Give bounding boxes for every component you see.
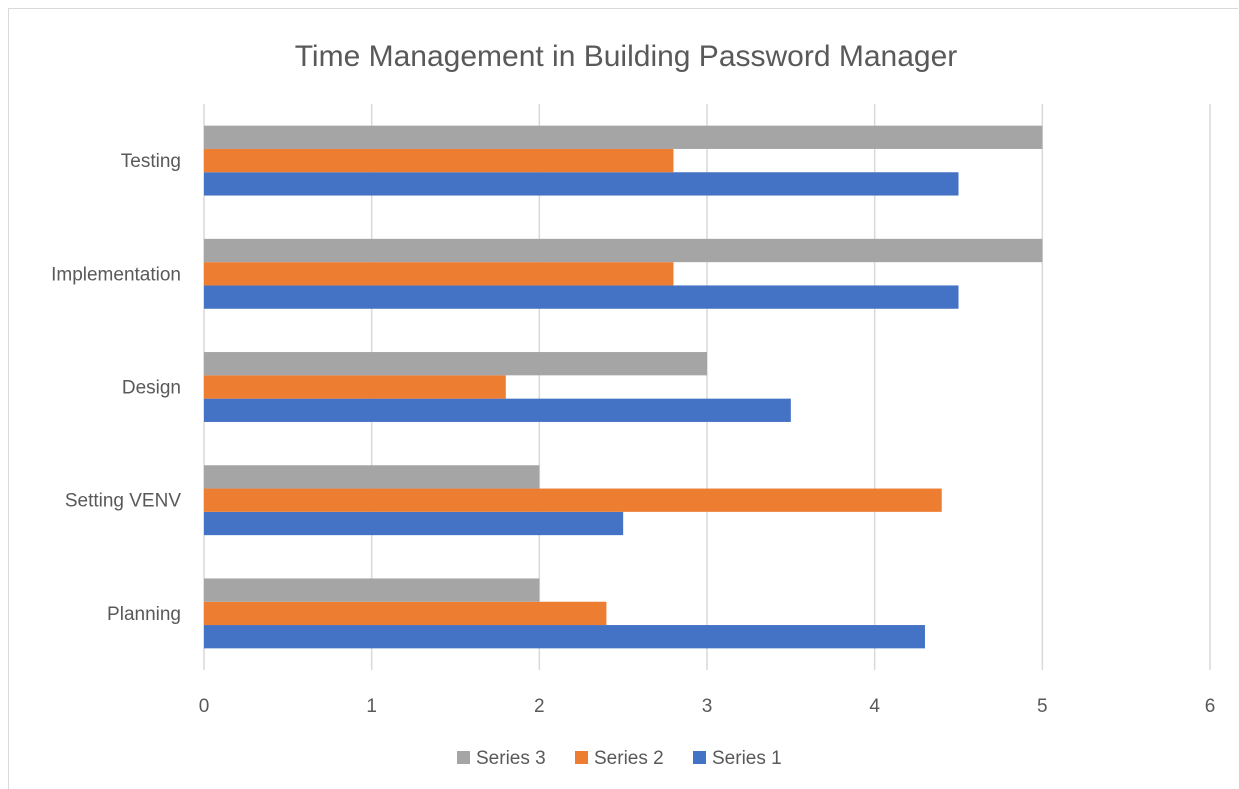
bar-series-1-setting-venv: [204, 511, 624, 536]
x-tick-label-0: 0: [199, 696, 210, 717]
bar-series-3-testing: [204, 125, 1043, 149]
bar-series-3-planning: [204, 578, 540, 602]
x-axis-ticks: 0 1 2 3 4 5 6: [199, 696, 1216, 717]
x-tick-label-3: 3: [702, 696, 713, 717]
bar-series-2-testing: [204, 148, 674, 173]
legend-swatch-series-3: [457, 751, 470, 764]
legend-label-series-3: Series 3: [476, 748, 546, 769]
chart-title: Time Management in Building Password Man…: [295, 40, 958, 73]
bars: [204, 125, 1043, 649]
legend-swatch-series-2: [575, 751, 588, 764]
category-label-design: Design: [122, 378, 181, 399]
bar-series-2-implementation: [204, 262, 674, 286]
x-tick-label-1: 1: [366, 696, 377, 717]
y-axis-categories: Planning Setting VENV Design Implementation…: [51, 151, 181, 625]
x-tick-label-4: 4: [869, 696, 880, 717]
bar-series-1-planning: [204, 625, 925, 649]
category-label-setting-venv: Setting VENV: [65, 491, 181, 512]
bar-series-3-design: [204, 352, 707, 376]
category-label-testing: Testing: [121, 151, 181, 172]
bar-series-2-planning: [204, 601, 607, 626]
bar-series-3-setting-venv: [204, 465, 540, 489]
bar-series-1-implementation: [204, 285, 959, 309]
bar-series-2-setting-venv: [204, 488, 942, 512]
category-label-implementation: Implementation: [51, 264, 181, 285]
legend-swatch-series-1: [693, 751, 706, 764]
legend-label-series-1: Series 1: [712, 748, 782, 769]
legend: Series 3 Series 2 Series 1: [457, 748, 782, 769]
bar-chart: Time Management in Building Password Man…: [51, 40, 1216, 769]
x-tick-label-5: 5: [1037, 696, 1048, 717]
bar-series-1-testing: [204, 172, 959, 196]
legend-label-series-2: Series 2: [594, 748, 664, 769]
category-label-planning: Planning: [107, 604, 181, 625]
bar-series-1-design: [204, 398, 791, 422]
x-tick-label-2: 2: [534, 696, 545, 717]
bar-series-3-implementation: [204, 238, 1043, 263]
bar-series-2-design: [204, 375, 506, 399]
x-tick-label-6: 6: [1205, 696, 1216, 717]
